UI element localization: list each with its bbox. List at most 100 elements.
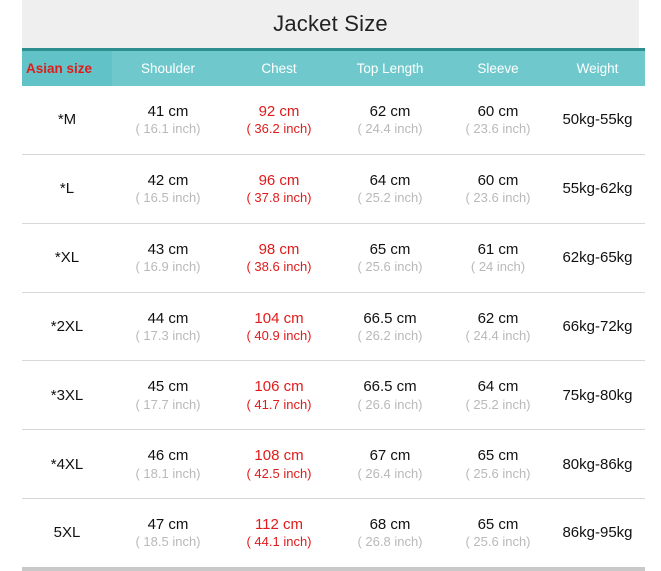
cell-weight: 62kg-65kg bbox=[550, 224, 645, 292]
sleeve-inch: ( 25.6 inch) bbox=[465, 534, 530, 551]
cell-shoulder: 44 cm ( 17.3 inch) bbox=[112, 293, 224, 361]
size-label: *2XL bbox=[51, 317, 84, 336]
shoulder-cm: 43 cm bbox=[148, 240, 189, 259]
cell-shoulder: 46 cm ( 18.1 inch) bbox=[112, 430, 224, 498]
chest-inch: ( 41.7 inch) bbox=[246, 397, 311, 414]
cell-shoulder: 41 cm ( 16.1 inch) bbox=[112, 86, 224, 154]
top-length-cm: 67 cm bbox=[370, 446, 411, 465]
size-label: *3XL bbox=[51, 386, 84, 405]
cell-top-length: 68 cm ( 26.8 inch) bbox=[334, 499, 446, 567]
weight-value: 50kg-55kg bbox=[562, 110, 632, 129]
weight-value: 86kg-95kg bbox=[562, 523, 632, 542]
cell-top-length: 67 cm ( 26.4 inch) bbox=[334, 430, 446, 498]
size-label: *M bbox=[58, 110, 76, 129]
shoulder-inch: ( 17.7 inch) bbox=[135, 397, 200, 414]
cell-size: 5XL bbox=[22, 499, 112, 567]
cell-shoulder: 47 cm ( 18.5 inch) bbox=[112, 499, 224, 567]
sleeve-inch: ( 25.6 inch) bbox=[465, 466, 530, 483]
cell-sleeve: 62 cm ( 24.4 inch) bbox=[446, 293, 550, 361]
page-title: Jacket Size bbox=[22, 0, 639, 48]
sleeve-cm: 64 cm bbox=[478, 377, 519, 396]
table-header-row: Asian size Shoulder Chest Top Length Sle… bbox=[22, 48, 645, 86]
cell-weight: 75kg-80kg bbox=[550, 361, 645, 429]
cell-weight: 50kg-55kg bbox=[550, 86, 645, 154]
cell-sleeve: 64 cm ( 25.2 inch) bbox=[446, 361, 550, 429]
sleeve-cm: 61 cm bbox=[478, 240, 519, 259]
cell-shoulder: 43 cm ( 16.9 inch) bbox=[112, 224, 224, 292]
cell-weight: 86kg-95kg bbox=[550, 499, 645, 567]
weight-value: 66kg-72kg bbox=[562, 317, 632, 336]
cell-chest: 106 cm ( 41.7 inch) bbox=[224, 361, 334, 429]
weight-value: 75kg-80kg bbox=[562, 386, 632, 405]
cell-chest: 112 cm ( 44.1 inch) bbox=[224, 499, 334, 567]
chest-inch: ( 42.5 inch) bbox=[246, 466, 311, 483]
table-row: *M 41 cm ( 16.1 inch) 92 cm ( 36.2 inch)… bbox=[22, 86, 645, 155]
table-row: *2XL 44 cm ( 17.3 inch) 104 cm ( 40.9 in… bbox=[22, 293, 645, 362]
table-row: 5XL 47 cm ( 18.5 inch) 112 cm ( 44.1 inc… bbox=[22, 499, 645, 571]
top-length-inch: ( 26.6 inch) bbox=[357, 397, 422, 414]
top-length-inch: ( 24.4 inch) bbox=[357, 121, 422, 138]
top-length-cm: 62 cm bbox=[370, 102, 411, 121]
table-row: *4XL 46 cm ( 18.1 inch) 108 cm ( 42.5 in… bbox=[22, 430, 645, 499]
chest-inch: ( 38.6 inch) bbox=[246, 259, 311, 276]
cell-size: *4XL bbox=[22, 430, 112, 498]
top-length-cm: 64 cm bbox=[370, 171, 411, 190]
table-row: *3XL 45 cm ( 17.7 inch) 106 cm ( 41.7 in… bbox=[22, 361, 645, 430]
cell-size: *XL bbox=[22, 224, 112, 292]
cell-shoulder: 42 cm ( 16.5 inch) bbox=[112, 155, 224, 223]
shoulder-cm: 47 cm bbox=[148, 515, 189, 534]
table-row: *XL 43 cm ( 16.9 inch) 98 cm ( 38.6 inch… bbox=[22, 224, 645, 293]
sleeve-inch: ( 24 inch) bbox=[471, 259, 525, 276]
top-length-cm: 65 cm bbox=[370, 240, 411, 259]
sleeve-inch: ( 23.6 inch) bbox=[465, 121, 530, 138]
cell-size: *2XL bbox=[22, 293, 112, 361]
shoulder-cm: 44 cm bbox=[148, 309, 189, 328]
cell-size: *L bbox=[22, 155, 112, 223]
shoulder-inch: ( 17.3 inch) bbox=[135, 328, 200, 345]
shoulder-inch: ( 18.5 inch) bbox=[135, 534, 200, 551]
cell-top-length: 62 cm ( 24.4 inch) bbox=[334, 86, 446, 154]
chest-cm: 92 cm bbox=[259, 102, 300, 121]
column-header-sleeve: Sleeve bbox=[446, 51, 550, 86]
size-label: *L bbox=[60, 179, 74, 198]
cell-chest: 96 cm ( 37.8 inch) bbox=[224, 155, 334, 223]
top-length-inch: ( 25.2 inch) bbox=[357, 190, 422, 207]
chest-inch: ( 44.1 inch) bbox=[246, 534, 311, 551]
column-header-chest: Chest bbox=[224, 51, 334, 86]
cell-chest: 92 cm ( 36.2 inch) bbox=[224, 86, 334, 154]
top-length-cm: 66.5 cm bbox=[363, 377, 416, 396]
top-length-inch: ( 25.6 inch) bbox=[357, 259, 422, 276]
column-header-top-length: Top Length bbox=[334, 51, 446, 86]
cell-sleeve: 60 cm ( 23.6 inch) bbox=[446, 86, 550, 154]
chest-cm: 96 cm bbox=[259, 171, 300, 190]
cell-top-length: 64 cm ( 25.2 inch) bbox=[334, 155, 446, 223]
shoulder-cm: 41 cm bbox=[148, 102, 189, 121]
shoulder-cm: 45 cm bbox=[148, 377, 189, 396]
table-row: *L 42 cm ( 16.5 inch) 96 cm ( 37.8 inch)… bbox=[22, 155, 645, 224]
shoulder-cm: 46 cm bbox=[148, 446, 189, 465]
cell-size: *M bbox=[22, 86, 112, 154]
top-length-cm: 66.5 cm bbox=[363, 309, 416, 328]
column-header-asian-size: Asian size bbox=[22, 51, 112, 86]
top-length-cm: 68 cm bbox=[370, 515, 411, 534]
shoulder-inch: ( 16.9 inch) bbox=[135, 259, 200, 276]
cell-shoulder: 45 cm ( 17.7 inch) bbox=[112, 361, 224, 429]
cell-chest: 108 cm ( 42.5 inch) bbox=[224, 430, 334, 498]
chest-cm: 98 cm bbox=[259, 240, 300, 259]
cell-size: *3XL bbox=[22, 361, 112, 429]
size-label: *4XL bbox=[51, 455, 84, 474]
cell-top-length: 66.5 cm ( 26.6 inch) bbox=[334, 361, 446, 429]
cell-top-length: 65 cm ( 25.6 inch) bbox=[334, 224, 446, 292]
cell-top-length: 66.5 cm ( 26.2 inch) bbox=[334, 293, 446, 361]
chest-cm: 108 cm bbox=[254, 446, 303, 465]
top-length-inch: ( 26.8 inch) bbox=[357, 534, 422, 551]
chest-inch: ( 36.2 inch) bbox=[246, 121, 311, 138]
cell-sleeve: 65 cm ( 25.6 inch) bbox=[446, 499, 550, 567]
shoulder-inch: ( 16.1 inch) bbox=[135, 121, 200, 138]
sleeve-cm: 62 cm bbox=[478, 309, 519, 328]
jacket-size-chart: Jacket Size Asian size Shoulder Chest To… bbox=[0, 0, 661, 571]
chest-inch: ( 40.9 inch) bbox=[246, 328, 311, 345]
shoulder-inch: ( 16.5 inch) bbox=[135, 190, 200, 207]
cell-sleeve: 61 cm ( 24 inch) bbox=[446, 224, 550, 292]
top-length-inch: ( 26.2 inch) bbox=[357, 328, 422, 345]
